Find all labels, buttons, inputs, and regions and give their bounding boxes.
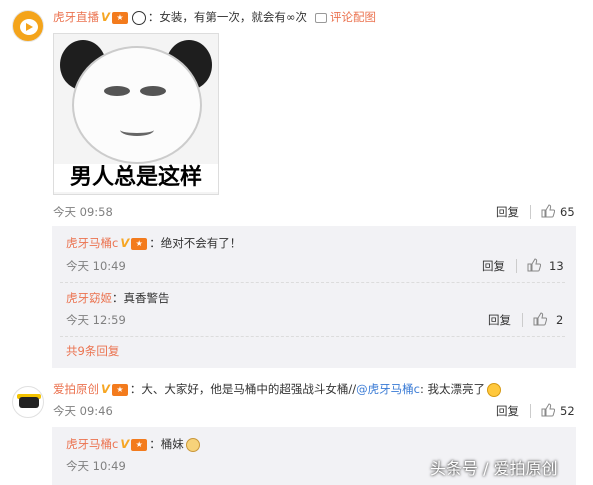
avatar-huya[interactable] (12, 10, 44, 42)
verified-v-icon: V (101, 382, 110, 396)
reply-2-header: 虎牙窈姬：真香警告 (66, 290, 170, 306)
comment-1-username[interactable]: 虎牙直播 (53, 10, 99, 24)
comment-1-header: 虎牙直播 V ★ ：女装，有第一次，就会有∞次 评论配图 (53, 9, 376, 25)
comment-2-mention[interactable]: @虎牙马桶c (356, 382, 420, 396)
comment-1-text: ：女装，有第一次，就会有∞次 (147, 10, 307, 24)
reply-1-text: ：绝对不会有了！ (149, 236, 242, 250)
meme-caption: 男人总是这样 (54, 164, 218, 192)
thumbs-up-icon[interactable] (541, 403, 556, 417)
reply-1-like-count: 13 (549, 259, 564, 273)
reply-3-time: 今天 10:49 (66, 459, 126, 473)
avatar-visor (19, 397, 39, 408)
comment-2-header: 爱拍原创 V ★ ：大、大家好，他是马桶中的超强战斗女桶//@虎牙马桶c: 我太漂亮了 (53, 381, 503, 397)
meme-face (72, 46, 202, 164)
comment-2-like-count: 52 (560, 404, 575, 418)
meme-eye (140, 86, 166, 96)
comment-1-reply-button[interactable]: 回复 (496, 204, 519, 220)
comment-2-time: 今天 09:46 (53, 404, 113, 418)
thumbs-up-icon[interactable] (541, 204, 556, 218)
reply-2-like-count: 2 (556, 313, 564, 327)
meme-mouth (120, 124, 154, 136)
reply-1-header: 虎牙马桶c V ★ ：绝对不会有了！ (66, 235, 241, 251)
reply-3-text: ：桶妹 (149, 437, 184, 451)
reply-2-text: ：真香警告 (112, 291, 170, 305)
member-badge-icon: ★ (131, 237, 148, 250)
reply-1-time: 今天 10:49 (66, 259, 126, 273)
meme-eye (104, 86, 130, 96)
member-badge-icon: ★ (111, 11, 128, 24)
comment-1-like-count: 65 (560, 205, 575, 219)
shocked-emoji-icon (487, 382, 502, 397)
avatar-aipai[interactable] (12, 386, 44, 418)
more-replies-link[interactable]: 共9条回复 (66, 343, 119, 359)
comment-1-time: 今天 09:58 (53, 205, 113, 219)
divider (60, 282, 565, 283)
comment-2-username[interactable]: 爱拍原创 (53, 382, 99, 396)
reply-3-header: 虎牙马桶c V ★ ：桶妹 (66, 436, 202, 452)
action-divider (522, 313, 523, 327)
action-divider (516, 259, 517, 273)
comment-1-pic-link[interactable]: 评论配图 (330, 10, 376, 24)
verified-v-icon: V (120, 437, 130, 451)
reply-2-time: 今天 12:59 (66, 313, 126, 327)
reply-3-username[interactable]: 虎牙马桶c (66, 437, 118, 451)
thumbs-up-icon[interactable] (533, 312, 548, 326)
reply-2-username[interactable]: 虎牙窈姬 (66, 291, 112, 305)
reply-1-reply-button[interactable]: 回复 (482, 258, 505, 274)
comment-1-meme-image[interactable]: 男人总是这样 (53, 33, 219, 195)
thumbs-up-icon[interactable] (527, 258, 542, 272)
comment-2-text: ：大、大家好，他是马桶中的超强战斗女桶// (129, 382, 357, 396)
action-divider (530, 205, 531, 219)
watermark: 头条号 / 爱拍原创 (430, 459, 558, 478)
reply-2-reply-button[interactable]: 回复 (488, 312, 511, 328)
verified-v-icon: V (101, 10, 110, 24)
verified-v-icon: V (120, 236, 130, 250)
divider (60, 336, 565, 337)
reply-1-username[interactable]: 虎牙马桶c (66, 236, 118, 250)
panda-emoji-icon (131, 10, 146, 25)
comment-2-text2: : 我太漂亮了 (419, 382, 486, 396)
cat-emoji-icon (185, 437, 200, 452)
action-divider (530, 404, 531, 418)
comment-2-reply-button[interactable]: 回复 (496, 403, 519, 419)
member-badge-icon: ★ (111, 383, 128, 396)
picture-icon (314, 12, 327, 23)
member-badge-icon: ★ (131, 438, 148, 451)
